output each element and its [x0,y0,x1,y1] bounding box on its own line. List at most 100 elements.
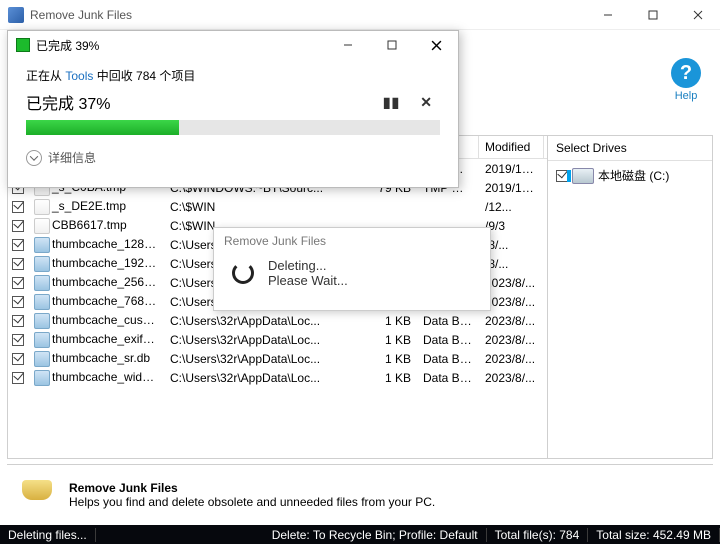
help-button[interactable]: ? Help [666,58,706,102]
deleting-title: Remove Junk Files [214,228,490,254]
cell-modified: 2023/8/... [479,371,544,385]
cell-size: 1 KB [362,352,417,366]
file-icon [34,218,50,234]
table-row[interactable]: thumbcache_custo...C:\Users\32r\AppData\… [8,311,547,330]
cell-type: Data Ba... [417,333,479,347]
cell-type: Data Ba... [417,371,479,385]
status-mode: Delete: To Recycle Bin; Profile: Default [264,528,487,542]
status-bar: Deleting files... Delete: To Recycle Bin… [0,525,720,544]
file-icon [34,294,50,310]
cell-name: thumbcache_sr.db [28,351,164,367]
progress-close-button[interactable] [414,31,458,59]
cell-name: thumbcache_768.db [28,294,164,310]
cell-size: 1 KB [362,371,417,385]
cell-folder: C:\Users\32r\AppData\Loc... [164,352,362,366]
app-icon [8,7,24,23]
file-icon [34,256,50,272]
cell-folder: C:\Users\32r\AppData\Loc... [164,371,362,385]
row-checkbox[interactable] [8,315,28,327]
cell-name: _s_DE2E.tmp [28,199,164,215]
progress-fill [26,120,179,135]
drive-label: 本地磁盘 (C:) [598,167,669,184]
progress-min-button[interactable] [326,31,370,59]
cell-name: thumbcache_wide... [28,370,164,386]
cell-name: thumbcache_custo... [28,313,164,329]
progress-title: 已完成 39% [36,37,326,54]
progress-titlebar: 已完成 39% [8,31,458,59]
file-icon [34,313,50,329]
cell-modified: 2023/8/... [479,352,544,366]
row-checkbox[interactable] [8,201,28,213]
file-icon [34,237,50,253]
footer: Remove Junk Files Helps you find and del… [7,464,713,524]
chevron-down-icon [26,150,42,166]
file-icon [34,332,50,348]
pause-button[interactable]: ▮▮ [383,94,400,111]
broom-icon [17,475,57,515]
footer-desc: Helps you find and delete obsolete and u… [69,495,435,509]
progress-line2: 已完成 37% ▮▮ ✕ [26,90,440,114]
details-toggle[interactable]: 详细信息 [26,149,440,166]
cell-type: Data Ba... [417,314,479,328]
help-label: Help [666,90,706,102]
cell-modified: 2023/8/... [479,314,544,328]
details-label: 详细信息 [48,149,96,166]
row-checkbox[interactable] [8,334,28,346]
maximize-button[interactable] [630,0,675,30]
progress-bar [26,120,440,135]
col-modified[interactable]: Modified [479,136,544,158]
deleting-line2: Please Wait... [268,273,348,288]
help-icon: ? [671,58,701,88]
file-icon [34,275,50,291]
cell-modified: 2019/12... [479,181,544,195]
cell-name: thumbcache_exif.db [28,332,164,348]
row-checkbox[interactable] [8,372,28,384]
status-files: Total file(s): 784 [487,528,589,542]
drives-header: Select Drives [548,136,712,161]
drive-item[interactable]: 本地磁盘 (C:) [548,161,712,190]
cancel-button[interactable]: ✕ [420,94,432,111]
cell-modified: /12... [479,200,544,214]
row-checkbox[interactable] [8,277,28,289]
cell-type: Data Ba... [417,352,479,366]
progress-app-icon [16,38,30,52]
deleting-line1: Deleting... [268,258,348,273]
cell-folder: C:\Users\32r\AppData\Loc... [164,314,362,328]
progress-max-button[interactable] [370,31,414,59]
progress-dialog: 已完成 39% 正在从 Tools 中回收 784 个项目 已完成 37% ▮▮… [7,30,459,188]
minimize-button[interactable] [585,0,630,30]
spinner-icon [232,262,254,284]
table-row[interactable]: _s_DE2E.tmpC:\$WIN/12... [8,197,547,216]
status-size: Total size: 452.49 MB [588,528,720,542]
cell-size: 1 KB [362,314,417,328]
window-title: Remove Junk Files [30,8,585,22]
row-checkbox[interactable] [8,258,28,270]
cell-size: 1 KB [362,333,417,347]
cell-folder: C:\Users\32r\AppData\Loc... [164,333,362,347]
cell-folder: C:\$WIN [164,200,362,214]
footer-title: Remove Junk Files [69,481,435,495]
row-checkbox[interactable] [8,353,28,365]
cell-modified: 2019/12... [479,162,544,176]
row-checkbox[interactable] [8,296,28,308]
file-icon [34,351,50,367]
deleting-dialog: Remove Junk Files Deleting... Please Wai… [213,227,491,311]
row-checkbox[interactable] [8,220,28,232]
cell-name: thumbcache_2560... [28,275,164,291]
close-button[interactable] [675,0,720,30]
file-icon [34,199,50,215]
cell-name: CBB6617.tmp [28,218,164,234]
row-checkbox[interactable] [8,239,28,251]
titlebar: Remove Junk Files [0,0,720,30]
tools-link[interactable]: Tools [65,69,93,83]
drive-icon [572,168,594,184]
table-row[interactable]: thumbcache_wide...C:\Users\32r\AppData\L… [8,368,547,387]
progress-line1: 正在从 Tools 中回收 784 个项目 [26,67,440,84]
table-row[interactable]: thumbcache_exif.dbC:\Users\32r\AppData\L… [8,330,547,349]
status-deleting: Deleting files... [0,528,96,542]
cell-name: thumbcache_1280... [28,237,164,253]
cell-modified: 2023/8/... [479,333,544,347]
table-row[interactable]: thumbcache_sr.dbC:\Users\32r\AppData\Loc… [8,349,547,368]
file-icon [34,370,50,386]
cell-name: thumbcache_1920... [28,256,164,272]
